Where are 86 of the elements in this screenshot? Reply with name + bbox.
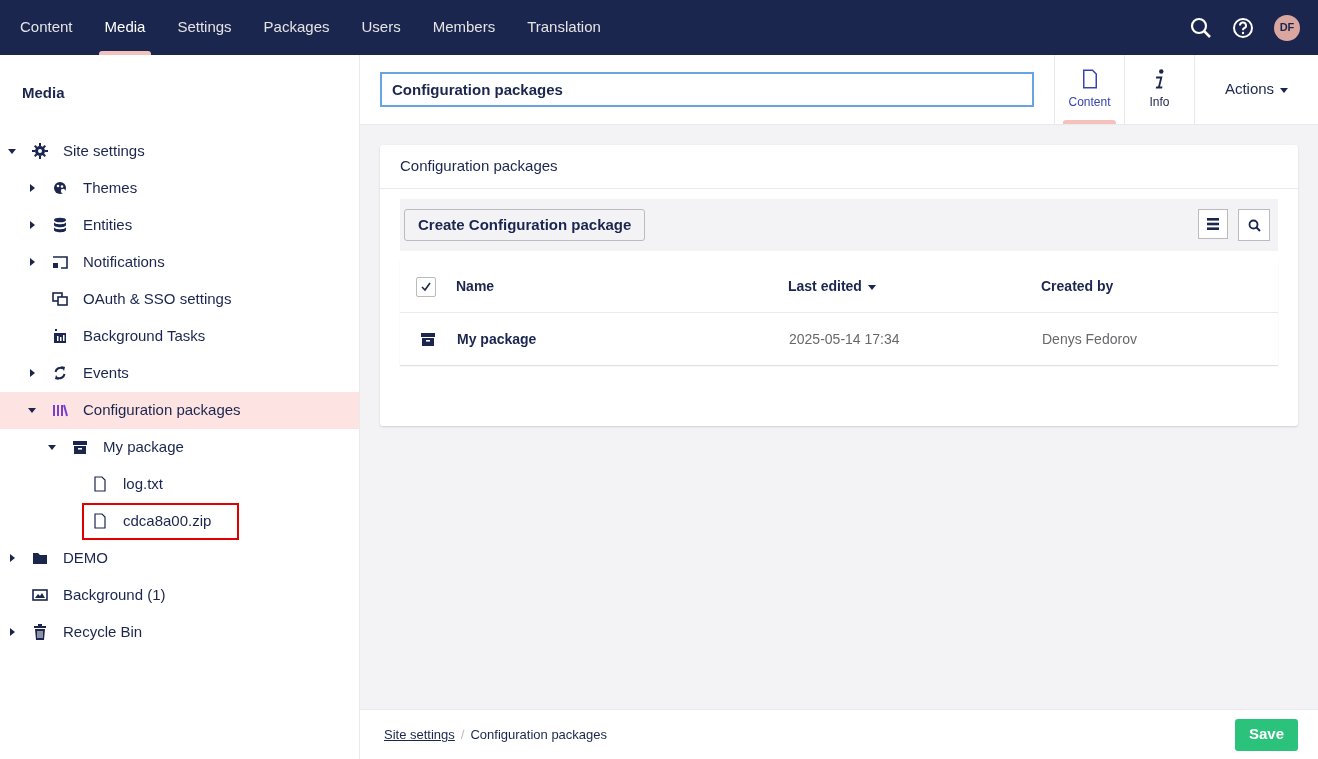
section-tab[interactable]: Settings [161,0,248,55]
collapse-caret-icon[interactable] [28,406,36,414]
screen-icon [52,254,68,270]
create-button[interactable]: Create Configuration package [404,209,646,241]
tree-item-label: Background Tasks [83,325,206,346]
trash-icon [32,624,48,640]
section-tab[interactable]: Members [416,0,512,55]
tree-item[interactable]: Themes [0,169,359,207]
search-button[interactable] [1238,209,1270,241]
tree-item-label: log.txt [123,473,164,494]
tree-item-label: Recycle Bin [63,621,143,642]
expand-caret-icon[interactable] [8,628,16,636]
app-tab[interactable]: Content [1054,55,1124,124]
caret-icon [1280,85,1289,94]
expand-caret-icon[interactable] [28,184,36,192]
list-view-button[interactable] [1198,209,1228,239]
chart-icon [52,328,68,344]
tree-item-label: Entities [83,214,133,235]
tree-item[interactable]: Notifications [0,243,359,281]
tree-item-label: DEMO [63,547,108,568]
search-icon [1247,218,1261,232]
tree-item[interactable]: OAuth & SSO settings [0,280,359,318]
sync-icon [52,365,68,381]
section-tab[interactable]: Translation [511,0,617,55]
section-tab[interactable]: Content [4,0,89,55]
tree-item-label: Events [83,362,129,383]
tree-item[interactable]: log.txt [0,465,359,503]
tree-item-label: cdca8a00.zip [123,510,212,531]
file-icon [92,513,108,529]
tree-item-label: Site settings [63,140,145,161]
gear-icon [32,143,48,159]
search-icon[interactable] [1190,16,1212,39]
breadcrumb-separator: / [460,725,465,744]
tree-item-label: OAuth & SSO settings [83,288,232,309]
table-cell-text: 2025-05-14 17:34 [789,329,901,349]
file-icon [92,476,108,492]
user-avatar[interactable]: DF [1274,14,1300,41]
tree-item-label: Configuration packages [83,399,241,420]
archive-box-icon [420,331,436,347]
expand-caret-icon[interactable] [28,221,36,229]
breadcrumb-link[interactable]: Site settings [384,724,455,745]
section-tab[interactable]: Packages [247,0,346,55]
tree-item[interactable]: Background Tasks [0,317,359,355]
palette-icon [52,180,68,196]
tree-item-label: Themes [83,177,138,198]
column-header[interactable]: Name [456,276,495,297]
folder-icon [32,550,48,566]
expand-caret-icon[interactable] [8,554,16,562]
name-input-field[interactable]: Configuration packages [380,72,1034,107]
tree-item[interactable]: Configuration packages [0,391,359,429]
image-icon [32,587,48,603]
tree-item[interactable]: My package [0,428,359,466]
sort-caret-icon [867,282,876,291]
checkmark-icon [420,280,432,293]
select-all-checkbox[interactable] [416,276,436,297]
archive-box-icon [72,439,88,455]
tree-item[interactable]: Recycle Bin [0,613,359,651]
collapse-caret-icon[interactable] [8,147,16,155]
tree-item-label: Notifications [83,251,165,272]
tree-item-label: Background (1) [63,584,166,605]
collapse-caret-icon[interactable] [48,443,56,451]
section-tab[interactable]: Media [88,0,162,55]
help-icon[interactable] [1232,16,1254,39]
windows-icon [52,291,68,307]
sidebar-title: Media [21,83,66,103]
tree-item[interactable]: Background (1) [0,576,359,614]
section-tab[interactable]: Users [345,0,417,55]
expand-caret-icon[interactable] [28,369,36,377]
tree-item[interactable]: DEMO [0,539,359,577]
tree-item[interactable]: Site settings [0,132,359,170]
app-tab[interactable]: Info [1124,55,1194,124]
tree-item-label: My package [103,436,184,457]
column-header[interactable]: Last edited [788,276,876,297]
database-icon [52,217,68,233]
column-header[interactable]: Created by [1041,276,1114,297]
tree-item[interactable]: cdca8a00.zip [0,502,359,540]
card-title: Configuration packages [380,145,1298,189]
table-cell-text: Denys Fedorov [1042,329,1137,349]
tree-item[interactable]: Entities [0,206,359,244]
actions-button[interactable]: Actions [1194,55,1318,124]
list-icon [1207,218,1219,230]
package-name-link[interactable]: My package [457,328,789,350]
tree-item[interactable]: Events [0,354,359,392]
books-icon [52,402,68,418]
expand-caret-icon[interactable] [28,258,36,266]
breadcrumb-current: Configuration packages [470,725,608,744]
